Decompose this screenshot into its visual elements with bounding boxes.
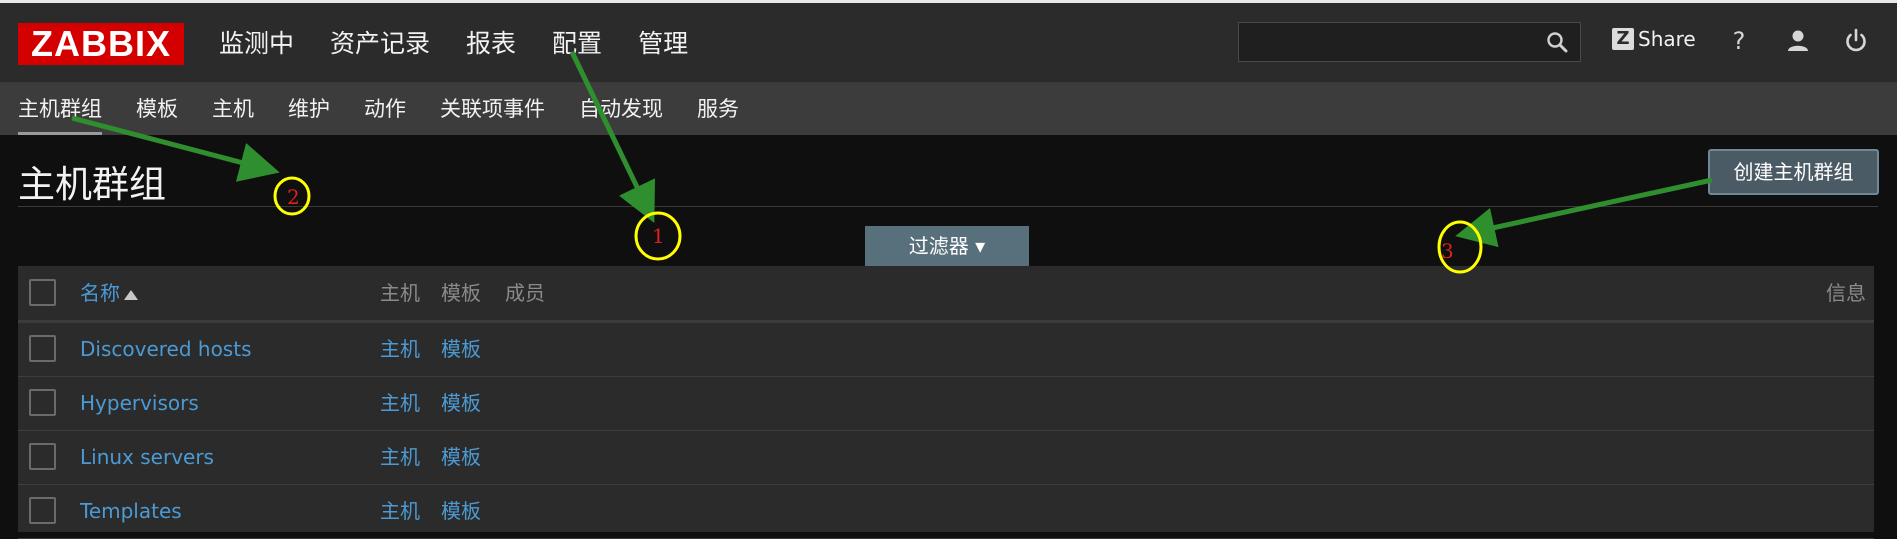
- top-bar: ZABBIX 监测中 资产记录 报表 配置 管理 Z Share ?: [0, 3, 1897, 83]
- annotation-label-3: 3: [1441, 239, 1454, 263]
- annotation-circle-1: [634, 211, 682, 261]
- search-icon[interactable]: [1546, 31, 1568, 53]
- annotation-circle-2: [273, 176, 311, 216]
- help-label: ?: [1732, 27, 1746, 55]
- table-row: Templates 主机 模板: [18, 485, 1874, 539]
- templates-link[interactable]: 模板: [441, 497, 481, 525]
- sub-nav-maintenance[interactable]: 维护: [288, 95, 330, 123]
- main-nav-inventory[interactable]: 资产记录: [330, 27, 430, 61]
- share-z-icon: Z: [1612, 28, 1634, 50]
- share-label: Share: [1638, 27, 1696, 51]
- sub-nav-hosts[interactable]: 主机: [212, 95, 254, 123]
- user-profile-icon[interactable]: [1784, 27, 1812, 55]
- zabbix-logo[interactable]: ZABBIX: [18, 23, 184, 65]
- hosts-link[interactable]: 主机: [380, 389, 420, 417]
- annotation-label-1: 1: [652, 224, 665, 248]
- main-nav-administration[interactable]: 管理: [638, 27, 688, 61]
- main-nav-reports[interactable]: 报表: [466, 27, 516, 61]
- table-row: Discovered hosts 主机 模板: [18, 323, 1874, 377]
- host-groups-table: 名称 主机 模板 成员 信息 Discovered hosts 主机 模板 Hy…: [18, 266, 1874, 539]
- search-input[interactable]: [1238, 22, 1581, 62]
- row-checkbox[interactable]: [29, 335, 56, 362]
- column-header-hosts: 主机: [380, 281, 420, 305]
- annotation-circle-3: [1437, 220, 1483, 274]
- main-nav-configuration[interactable]: 配置: [552, 27, 602, 61]
- help-icon[interactable]: ?: [1725, 27, 1753, 55]
- column-header-templates: 模板: [441, 281, 481, 305]
- column-header-name-label: 名称: [80, 281, 120, 305]
- sub-nav-event-correlation[interactable]: 关联项事件: [440, 95, 545, 123]
- filter-toggle-tab[interactable]: 过滤器 ▾: [865, 226, 1029, 267]
- host-group-name-link[interactable]: Templates: [80, 497, 182, 525]
- templates-link[interactable]: 模板: [441, 443, 481, 471]
- sort-ascending-icon: [124, 289, 138, 300]
- column-header-members: 成员: [505, 281, 545, 305]
- hosts-link[interactable]: 主机: [380, 497, 420, 525]
- hosts-link[interactable]: 主机: [380, 335, 420, 363]
- sign-out-power-icon[interactable]: [1842, 27, 1870, 55]
- page-title: 主机群组: [18, 163, 166, 206]
- column-header-info: 信息: [1826, 281, 1866, 305]
- host-group-name-link[interactable]: Linux servers: [80, 443, 214, 471]
- select-all-checkbox[interactable]: [29, 279, 56, 306]
- table-header: 名称 主机 模板 成员 信息: [18, 266, 1874, 323]
- sub-nav-bar: 主机群组 模板 主机 维护 动作 关联项事件 自动发现 服务: [0, 83, 1897, 135]
- sub-nav: 主机群组 模板 主机 维护 动作 关联项事件 自动发现 服务: [18, 95, 773, 135]
- sub-nav-actions[interactable]: 动作: [364, 95, 406, 123]
- main-nav: 监测中 资产记录 报表 配置 管理: [219, 27, 724, 61]
- row-checkbox[interactable]: [29, 389, 56, 416]
- host-group-name-link[interactable]: Hypervisors: [80, 389, 199, 417]
- templates-link[interactable]: 模板: [441, 389, 481, 417]
- create-host-group-button[interactable]: 创建主机群组: [1708, 149, 1879, 195]
- sub-nav-host-groups[interactable]: 主机群组: [18, 95, 102, 135]
- sub-nav-discovery[interactable]: 自动发现: [579, 95, 663, 123]
- share-button[interactable]: Z Share: [1612, 27, 1696, 51]
- column-header-name[interactable]: 名称: [80, 279, 138, 307]
- title-divider: [18, 206, 1878, 207]
- templates-link[interactable]: 模板: [441, 335, 481, 363]
- hosts-link[interactable]: 主机: [380, 443, 420, 471]
- sub-nav-templates[interactable]: 模板: [136, 95, 178, 123]
- table-row: Linux servers 主机 模板: [18, 431, 1874, 485]
- row-checkbox[interactable]: [29, 497, 56, 524]
- annotation-arrow-3: [1455, 177, 1713, 248]
- table-row: Hypervisors 主机 模板: [18, 377, 1874, 431]
- host-group-name-link[interactable]: Discovered hosts: [80, 335, 251, 363]
- main-nav-monitoring[interactable]: 监测中: [219, 27, 294, 61]
- sub-nav-services[interactable]: 服务: [697, 95, 739, 123]
- row-checkbox[interactable]: [29, 443, 56, 470]
